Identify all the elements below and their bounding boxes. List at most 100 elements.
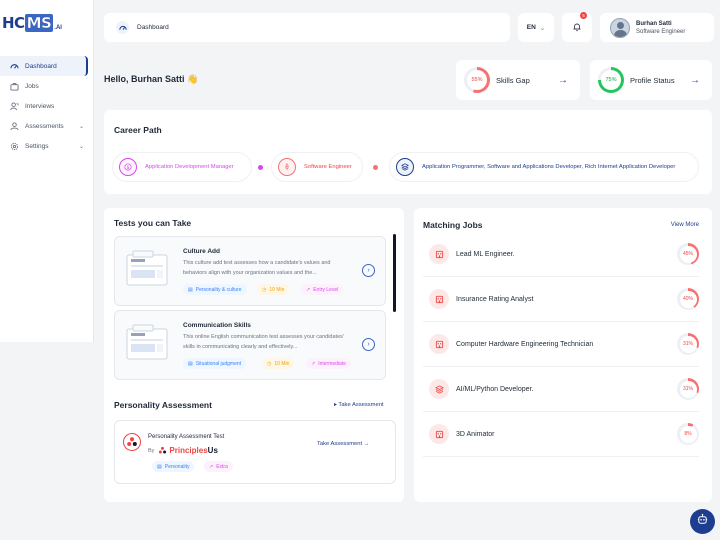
job-title: Insurance Rating Analyst [456,295,534,303]
tests-title: Tests you can Take [114,218,192,228]
arrow-right-icon[interactable]: → [690,75,700,86]
svg-text:$: $ [126,165,129,171]
arrow-right-icon[interactable]: → [558,75,568,86]
trend-icon: ↗ [306,286,311,293]
principles-us-logo: Principles Us [158,446,218,455]
job-match-value: 31% [679,335,697,353]
provider-by-label: By [148,447,155,454]
test-item-communication-skills[interactable]: Communication Skills This online English… [114,310,386,380]
career-step-1[interactable]: $ Application Development Manager [112,152,252,182]
career-step-2[interactable]: Software Engineer [271,152,363,182]
profile-status-card[interactable]: 75% Profile Status → [590,60,712,100]
test-name: Culture Add [183,248,220,255]
view-more-link[interactable]: View More [671,222,699,228]
chevron-down-icon[interactable]: ⌄ [79,123,84,130]
job-title: Computer Hardware Engineering Technician [456,340,594,348]
test-thumbnail-image [126,250,168,286]
sidebar-item-label: Jobs [25,83,39,90]
job-building-icon [429,424,449,444]
sidebar-item-label: Dashboard [25,62,57,70]
language-selector[interactable]: EN ⌄ [518,13,554,42]
profile-status-ring: 75% [598,67,624,93]
profile-status-label: Profile Status [630,75,675,85]
career-step-label: Application Programmer, Software and App… [422,164,676,170]
interviews-icon [10,102,19,111]
document-icon: ▤ [188,360,193,367]
test-item-culture-add[interactable]: Culture Add This culture add test assess… [114,236,386,306]
job-item[interactable]: 3D Animator 8% [423,412,699,457]
sidebar-item-assessments[interactable]: Assessments ⌄ [0,117,94,136]
user-name: Burhan Satti [636,20,672,27]
job-item[interactable]: Computer Hardware Engineering Technician… [423,322,699,367]
career-step-connector [373,165,378,170]
career-step-label: Software Engineer [304,164,352,170]
job-building-icon [429,244,449,264]
logo-ms: MS [24,14,54,32]
job-match-value: 45% [679,245,697,263]
robot-icon [696,513,709,531]
dashboard-icon [10,62,19,71]
test-description: This online English communication test a… [183,334,344,350]
sidebar-item-label: Settings [25,143,49,150]
job-item[interactable]: Lead ML Engineer. 45% [423,232,699,277]
user-role: Software Engineer [636,28,686,35]
bell-icon [572,19,582,37]
job-title: Lead ML Engineer. [456,250,515,258]
tag-label: 10 Min [269,286,285,293]
trend-icon: ↗ [311,360,316,367]
tag-label: Personality & culture [195,286,242,293]
clock-icon: ◷ [262,286,267,293]
job-match-ring: 31% [677,378,699,400]
job-match-value: 40% [679,290,697,308]
take-assessment-button[interactable]: Take Assessment → [317,441,370,447]
tag-label: Intermediate [318,360,346,367]
principles-logo-icon [123,433,141,451]
assessment-name: Personality Assessment Test [148,434,225,440]
chevron-down-icon: ⌄ [539,24,546,32]
job-title: AI/ML/Python Developer. [456,385,534,393]
skills-gap-ring: 55% [464,67,490,93]
principles-mark-icon [159,446,167,454]
personality-assessment-title: Personality Assessment [114,400,212,410]
job-match-ring: 40% [677,288,699,310]
sidebar-item-jobs[interactable]: Jobs [0,77,94,96]
sidebar-item-label: Interviews [25,103,55,110]
tag-label: Extra [216,463,228,470]
notification-badge: 5 [580,12,587,19]
tag-label: Entry Level [313,286,339,293]
job-match-ring: 31% [677,333,699,355]
skills-gap-card[interactable]: 55% Skills Gap → [456,60,580,100]
sidebar-item-label: Assessments [25,123,64,130]
job-match-value: 8% [679,425,697,443]
sidebar-item-settings[interactable]: Settings ⌄ [0,137,94,156]
test-category-tag: ▤ Situational judgment [183,358,247,369]
job-item[interactable]: AI/ML/Python Developer. 31% [423,367,699,412]
test-level-tag: ↗ Entry Level [301,284,344,295]
hcms-logo[interactable]: HC MS .AI [2,14,62,32]
sidebar-item-dashboard[interactable]: Dashboard [0,56,88,76]
chevron-right-icon[interactable]: › [362,338,375,351]
briefcase-icon [10,82,19,91]
career-step-3[interactable]: Application Programmer, Software and App… [389,152,699,182]
take-assessment-label: Take Assessment [338,402,384,408]
sidebar-item-interviews[interactable]: Interviews [0,97,94,116]
chevron-right-icon[interactable]: › [362,264,375,277]
job-item[interactable]: Insurance Rating Analyst 40% [423,277,699,322]
chatbot-button[interactable] [690,509,715,534]
user-menu[interactable]: Burhan Satti Software Engineer [600,13,714,42]
tag-label: Personality [164,463,190,470]
tests-scrollbar[interactable] [393,234,396,312]
career-step-label: Application Development Manager [145,164,234,170]
notifications-button[interactable]: 5 [562,12,592,42]
tag-label: 10 Min [274,360,290,367]
test-level-tag: ↗ Intermediate [306,358,351,369]
skills-gap-value: 55% [467,70,487,90]
avatar [610,17,630,38]
test-thumbnail-image [126,324,168,360]
chevron-down-icon[interactable]: ⌄ [79,143,84,150]
document-icon: ▤ [188,286,193,293]
take-assessment-link[interactable]: ▸ Take Assessment [334,402,384,408]
career-step-connector [258,165,263,170]
test-description: This culture add test assesses how a can… [183,260,331,276]
dashboard-icon [116,21,129,34]
